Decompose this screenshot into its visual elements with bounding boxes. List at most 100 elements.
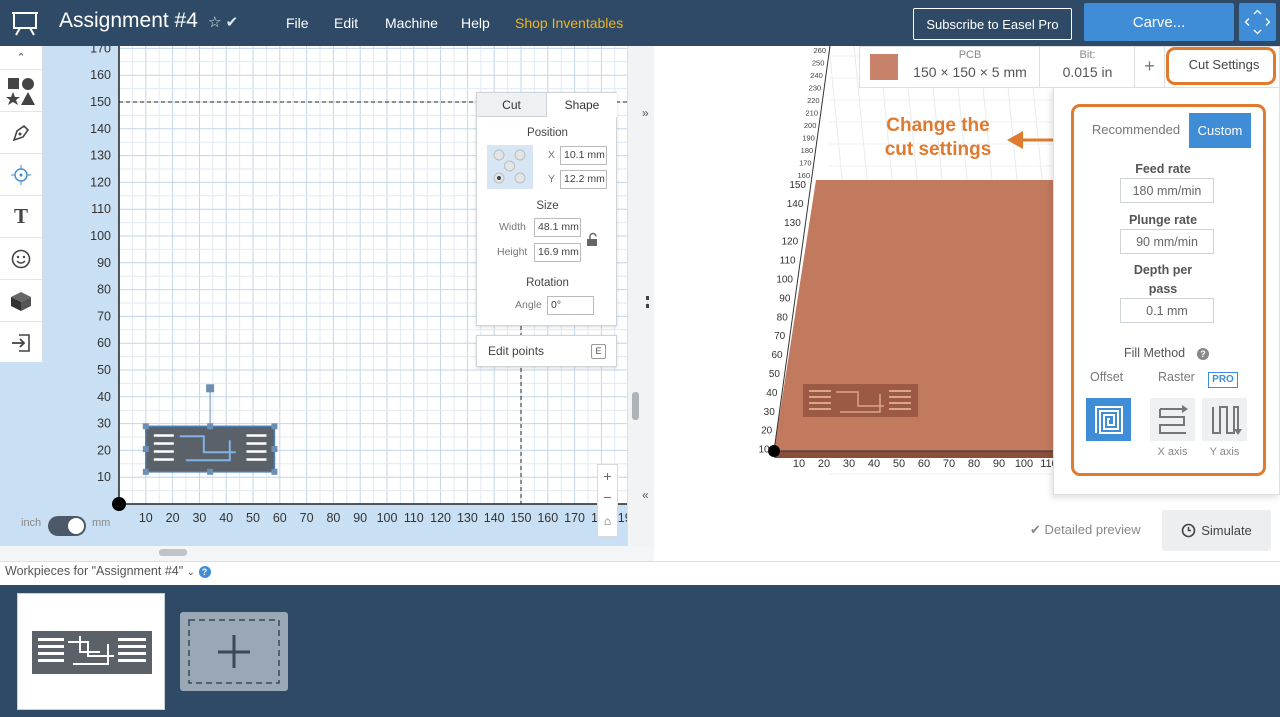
x-tick-label: 60 (273, 511, 287, 525)
subscribe-button[interactable]: Subscribe to Easel Pro (913, 8, 1072, 40)
bit-selector[interactable]: Bit: 0.015 in (1040, 47, 1135, 87)
offset-fill-button[interactable] (1086, 398, 1131, 441)
x-tick-label: 170 (564, 511, 585, 525)
tab-cut[interactable]: Cut (477, 93, 547, 117)
drag-handle-icon[interactable] (646, 296, 649, 308)
preview-y-tick: 260 (813, 46, 826, 55)
expand-right-icon[interactable]: » (642, 106, 649, 120)
star-icon[interactable]: ☆ (208, 14, 221, 31)
y-tick-label: 80 (97, 283, 111, 297)
home-icon[interactable]: ⌂ (598, 509, 617, 535)
horizontal-scrollbar[interactable] (0, 546, 654, 561)
menu-machine[interactable]: Machine (385, 15, 438, 31)
menu-shop-inventables[interactable]: Shop Inventables (515, 15, 623, 31)
plunge-rate-input[interactable]: 90 mm/min (1120, 229, 1214, 254)
workpiece-thumbnail[interactable] (17, 593, 165, 710)
depth-per-pass-input[interactable]: 0.1 mm (1120, 298, 1214, 323)
pen-icon[interactable] (0, 112, 42, 154)
preview-x-tick: 30 (843, 458, 855, 470)
expand-button[interactable] (1239, 3, 1276, 41)
menu-help[interactable]: Help (461, 15, 490, 31)
x-tick-label: 80 (326, 511, 340, 525)
target-icon[interactable] (0, 154, 42, 196)
resize-handle[interactable] (142, 446, 149, 453)
top-bar: Assignment #4 ☆ ✔ File Edit Machine Help… (0, 0, 1280, 46)
text-icon[interactable]: T (0, 196, 42, 238)
edit-points-button[interactable]: Edit points E (476, 335, 617, 367)
panel-divider[interactable]: » « (627, 46, 654, 546)
preview-y-tick: 140 (787, 199, 804, 210)
easel-logo-icon[interactable] (12, 10, 38, 36)
add-bit-button[interactable]: + (1135, 47, 1165, 87)
x-tick-label: 130 (457, 511, 478, 525)
y-position-input[interactable]: 12.2 mm (560, 170, 607, 189)
resize-handle[interactable] (271, 423, 278, 430)
y-tick-label: 110 (91, 202, 111, 216)
material-name: PCB (958, 49, 982, 61)
unit-toggle[interactable] (48, 516, 86, 536)
material-selector[interactable]: PCB 150 × 150 × 5 mm (860, 47, 1040, 87)
resize-handle[interactable] (207, 468, 214, 475)
y-tick-label: 10 (97, 470, 111, 484)
angle-input[interactable]: 0° (547, 296, 594, 315)
x-tick-label: 30 (192, 511, 206, 525)
zoom-out-icon[interactable]: − (598, 487, 617, 509)
raster-y-button[interactable] (1202, 398, 1247, 441)
preview-x-tick: 70 (943, 458, 955, 470)
horizontal-scrollbar-thumb[interactable] (159, 549, 187, 556)
menu-edit[interactable]: Edit (334, 15, 358, 31)
width-label: Width (499, 221, 526, 233)
custom-tab[interactable]: Custom (1189, 113, 1251, 148)
collapse-left-icon[interactable]: « (642, 488, 649, 502)
detailed-preview-toggle[interactable]: ✔ Detailed preview (1030, 522, 1141, 538)
resize-handle[interactable] (142, 468, 149, 475)
preview-y-tick: 170 (799, 159, 812, 168)
feed-rate-input[interactable]: 180 mm/min (1120, 178, 1214, 203)
collapse-toolbar-icon[interactable]: ⌃ (0, 46, 42, 70)
preview-x-tick: 10 (793, 458, 805, 470)
chevron-down-icon[interactable]: ⌄ (187, 567, 195, 578)
shapes-icon[interactable] (0, 70, 42, 112)
resize-handle[interactable] (271, 468, 278, 475)
help-icon[interactable]: ? (1197, 348, 1209, 360)
x-position-input[interactable]: 10.1 mm (560, 146, 607, 165)
pcb-shape[interactable] (145, 425, 276, 473)
tab-shape[interactable]: Shape (547, 93, 617, 117)
import-icon[interactable] (0, 322, 42, 364)
carve-button[interactable]: Carve... (1084, 3, 1234, 41)
project-title[interactable]: Assignment #4 (59, 9, 198, 33)
x-tick-label: 120 (430, 511, 451, 525)
height-input[interactable]: 16.9 mm (534, 243, 581, 262)
cube-icon[interactable] (0, 280, 42, 322)
recommended-tab[interactable]: Recommended (1087, 122, 1185, 137)
simulate-button[interactable]: Simulate (1162, 510, 1271, 551)
vertical-scrollbar-thumb[interactable] (632, 392, 639, 420)
width-input[interactable]: 48.1 mm (534, 218, 581, 237)
depth-label-line2: pass (1148, 282, 1178, 296)
expand-icon (1244, 9, 1271, 35)
raster-x-icon (1158, 404, 1188, 434)
preview-x-tick: 50 (893, 458, 905, 470)
add-workpiece-button[interactable] (180, 612, 288, 691)
y-tick-label: 150 (90, 95, 111, 109)
resize-handle[interactable] (271, 446, 278, 453)
check-icon: ✔ (1030, 522, 1041, 537)
rotate-handle[interactable] (206, 384, 215, 393)
anchor-picker[interactable] (487, 145, 533, 189)
y-tick-label: 130 (90, 149, 111, 163)
y-tick-label: 160 (90, 68, 111, 82)
raster-x-button[interactable] (1150, 398, 1195, 441)
x-tick-label: 160 (537, 511, 558, 525)
x-tick-label: 100 (377, 511, 398, 525)
menu-file[interactable]: File (286, 15, 309, 31)
resize-handle[interactable] (142, 423, 149, 430)
help-icon[interactable]: ? (198, 566, 211, 578)
raster-label: Raster (1158, 370, 1195, 384)
plus-icon (188, 619, 280, 684)
lock-icon[interactable] (585, 232, 601, 248)
y-tick-label: 60 (97, 336, 111, 350)
smiley-icon[interactable] (0, 238, 42, 280)
zoom-in-icon[interactable]: + (598, 465, 617, 487)
preview-y-tick: 90 (779, 293, 791, 304)
workpieces-title[interactable]: Workpieces for "Assignment #4" (5, 564, 183, 578)
